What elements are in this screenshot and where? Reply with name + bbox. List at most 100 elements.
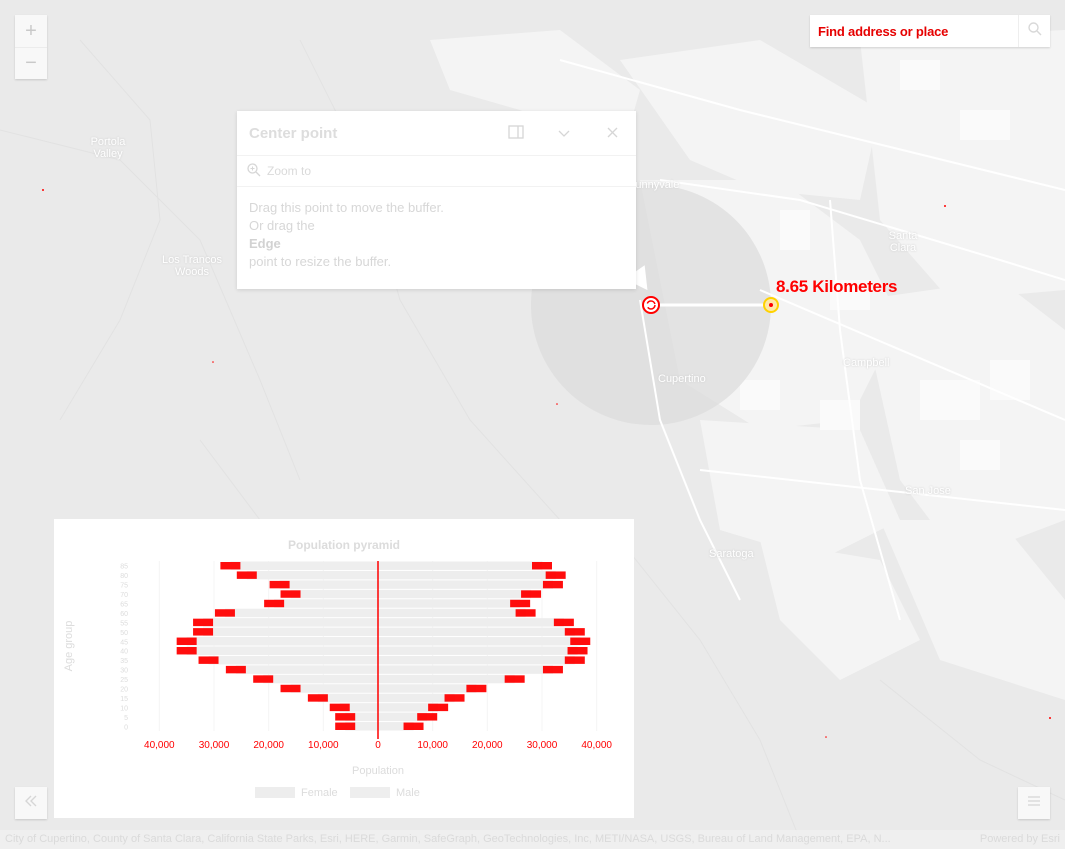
y-tick-label: 40 [120,649,128,656]
legend-label-male: Male [396,787,420,799]
popup-line-4: point to resize the buffer. [249,254,392,269]
bar-male[interactable] [186,646,378,655]
bar-female[interactable] [378,655,575,665]
bar-male[interactable] [246,570,378,580]
bar-end-marker [253,675,274,683]
y-tick-label: 30 [120,668,128,675]
bar-end-marker [220,562,241,570]
center-point-handle[interactable] [642,296,660,314]
y-tick-label: 15 [120,696,128,703]
y-tick-label: 55 [120,620,128,627]
dock-button[interactable] [492,111,540,155]
buffer-distance-label: 8.65 Kilometers [776,277,898,296]
bar-end-marker [521,590,542,598]
chart-title: Population pyramid [288,538,400,552]
zoom-to-action[interactable]: Zoom to [247,162,312,180]
x-axis-label: Population [352,765,404,777]
bar-male[interactable] [208,655,378,665]
bar-male[interactable] [290,684,378,693]
x-tick-label: 10,000 [308,740,339,751]
dock-icon [508,124,524,142]
bar-end-marker [264,599,285,608]
y-axis-label: Age group [63,621,75,672]
bar-end-marker [329,703,350,712]
place-label-saratoga: Saratoga [709,548,754,560]
bar-female[interactable] [378,599,521,608]
bar-female[interactable] [378,674,515,684]
y-tick-label: 0 [124,724,128,731]
bar-end-marker [417,713,438,721]
bar-female[interactable] [378,693,455,703]
bar-male[interactable] [203,618,378,627]
bar-female[interactable] [378,561,542,570]
x-tick-label: 40,000 [144,740,175,751]
search-input[interactable] [810,15,1018,47]
bar-end-marker [510,599,531,608]
bar-end-marker [545,571,566,579]
bar-male[interactable] [263,674,378,684]
x-tick-label: 30,000 [527,740,558,751]
popup-panel: Center point Zoom to Drag this point to … [237,111,636,289]
place-label-campbell: Campbell [843,357,890,369]
bar-female[interactable] [378,570,556,580]
bar-end-marker [269,580,290,589]
bar-male[interactable] [290,589,378,599]
bar-end-marker [542,580,563,589]
bar-female[interactable] [378,646,578,655]
close-button[interactable] [588,111,636,155]
bar-male[interactable] [279,580,378,589]
population-pyramid-panel: Population pyramid Age group Population … [54,519,634,818]
bar-female[interactable] [378,618,564,627]
bar-female[interactable] [378,580,553,589]
bar-male[interactable] [203,627,378,637]
y-tick-label: 70 [120,592,128,599]
popup-header: Center point [237,111,636,155]
bar-male[interactable] [230,561,378,570]
bar-male[interactable] [235,665,378,674]
zoom-in-button[interactable]: + [15,15,47,47]
legend-swatch-male [350,787,390,798]
bar-end-marker [307,694,328,702]
y-tick-label: 50 [120,630,128,637]
bar-female[interactable] [378,684,477,693]
bar-female[interactable] [378,627,575,637]
powered-by-esri[interactable]: Powered by Esri [980,833,1060,846]
y-tick-label: 20 [120,687,128,694]
zoom-to-icon [247,162,261,180]
bar-end-marker [564,628,585,636]
bar-male[interactable] [186,637,378,646]
popup-line-2: Or drag the [249,218,315,233]
attribution-text[interactable]: City of Cupertino, County of Santa Clara… [5,833,891,846]
bar-end-marker [193,618,214,627]
edge-point-handle[interactable] [763,297,779,313]
search-widget [810,15,1050,47]
collapse-button[interactable] [540,111,588,155]
bar-end-marker [570,637,591,645]
bar-female[interactable] [378,637,581,646]
legend-label-female: Female [301,787,338,799]
bar-end-marker [553,618,574,627]
popup-line-1: Drag this point to move the buffer. [249,200,444,215]
bar-end-marker [193,628,214,636]
bar-male[interactable] [224,608,378,618]
place-label-cupertino: Cupertino [658,373,706,385]
bar-end-marker [225,665,246,674]
bar-female[interactable] [378,589,532,599]
bar-female[interactable] [378,665,553,674]
y-tick-label: 25 [120,677,128,684]
population-pyramid-chart: Population pyramid Age group Population … [63,538,624,799]
legend-swatch-female [255,787,295,798]
x-tick-label: 0 [375,740,381,751]
bar-end-marker [280,590,301,598]
bar-male[interactable] [274,599,378,608]
panel-toggle-button[interactable] [15,787,47,819]
search-icon [1027,21,1042,41]
zoom-to-label: Zoom to [267,164,312,178]
bar-end-marker [335,713,356,721]
zoom-control: + − [15,15,47,79]
search-button[interactable] [1018,15,1050,47]
zoom-out-button[interactable]: − [15,47,47,79]
bar-female[interactable] [378,608,526,618]
menu-button[interactable] [1018,787,1050,819]
bar-end-marker [504,675,525,683]
